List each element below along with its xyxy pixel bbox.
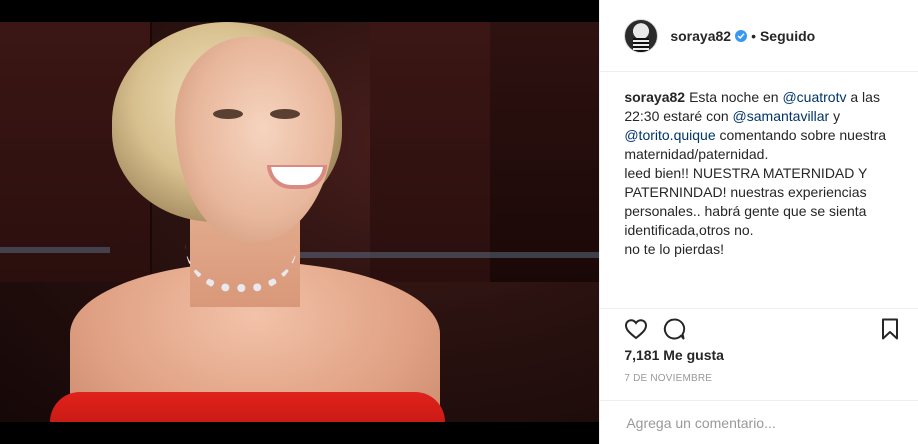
caption-line: 22:30 estaré con @samantavillar y — [624, 107, 902, 126]
likes-count[interactable]: 7,181 Me gusta — [624, 347, 724, 363]
comment-input[interactable] — [624, 413, 902, 432]
caption-text: a las — [846, 89, 880, 105]
photo-smile — [267, 165, 327, 189]
mention-link[interactable]: @cuatrotv — [782, 89, 846, 105]
caption-username[interactable]: soraya82 — [624, 89, 685, 105]
photo-eye — [270, 109, 300, 119]
caption-line: identificada,otros no. — [624, 222, 754, 238]
background-panel — [490, 22, 600, 282]
caption-text: y — [829, 108, 841, 124]
caption-line: @torito.quique comentando sobre nuestra — [624, 126, 902, 145]
background-rail — [300, 252, 600, 258]
caption-text: comentando sobre nuestra — [715, 127, 887, 143]
bookmark-icon[interactable] — [878, 317, 902, 341]
caption-line: leed bien!! NUESTRA MATERNIDAD Y — [624, 165, 868, 181]
photo-red-dress — [50, 392, 445, 422]
caption-line: no te lo pierdas! — [624, 241, 724, 257]
caption-text: Esta noche en — [689, 89, 783, 105]
caption-line: PATERNINDAD! nuestras experiencias — [624, 184, 867, 200]
post-actions — [600, 308, 918, 341]
header-username[interactable]: soraya82 — [670, 28, 731, 44]
mention-link[interactable]: @samantavillar — [733, 108, 830, 124]
following-button[interactable]: Seguido — [760, 28, 815, 44]
caption-line: soraya82 Esta noche en @cuatrotv a las — [624, 88, 902, 107]
heart-icon[interactable] — [624, 317, 648, 341]
post-side-panel: soraya82 • Seguido soraya82 Esta noche en… — [599, 0, 918, 444]
caption-line: maternidad/paternidad. — [624, 146, 769, 162]
background-panel — [370, 22, 492, 282]
comment-box — [600, 400, 918, 444]
post-caption: soraya82 Esta noche en @cuatrotv a las 22… — [600, 72, 918, 444]
caption-line: personales.. habrá gente que se sienta — [624, 203, 867, 219]
post-media[interactable] — [0, 0, 600, 444]
instagram-post: soraya82 • Seguido soraya82 Esta noche en… — [0, 0, 918, 444]
caption-text: 22:30 estaré con — [624, 108, 733, 124]
verified-badge-icon — [735, 29, 748, 42]
background-rail — [0, 247, 110, 253]
post-photo[interactable] — [0, 22, 600, 422]
post-date[interactable]: 7 DE NOVIEMBRE — [624, 373, 712, 384]
comment-bubble-icon[interactable] — [662, 317, 686, 341]
separator-dot: • — [751, 27, 756, 44]
photo-eye — [213, 109, 243, 119]
mention-link[interactable]: @torito.quique — [624, 127, 715, 143]
post-header: soraya82 • Seguido — [600, 0, 918, 72]
avatar[interactable] — [624, 18, 659, 53]
photo-face — [175, 37, 335, 242]
